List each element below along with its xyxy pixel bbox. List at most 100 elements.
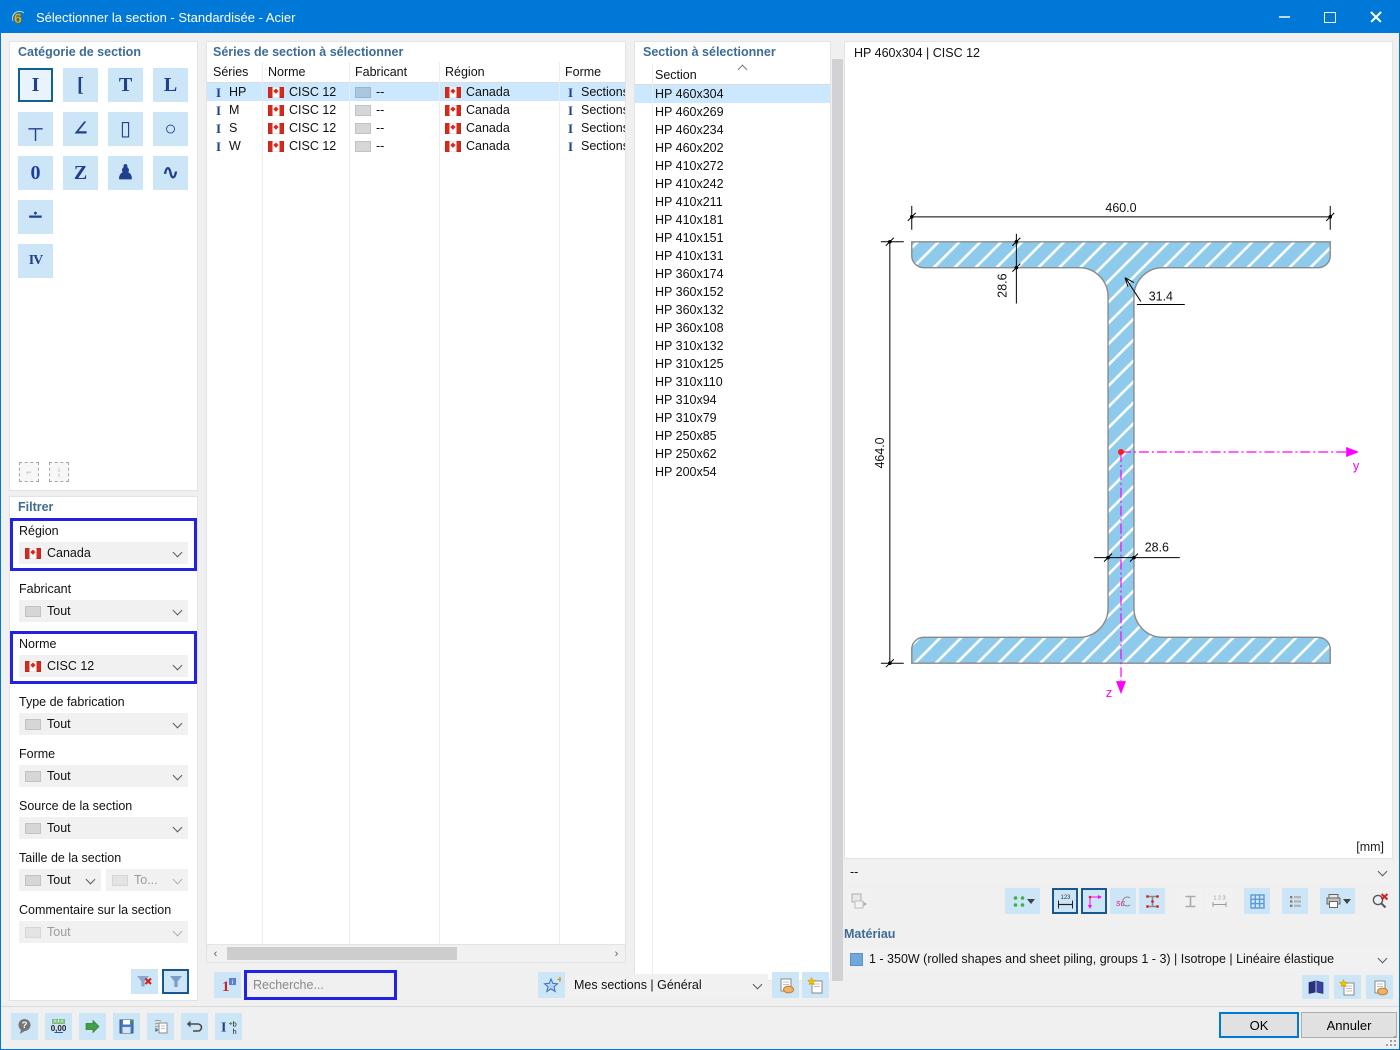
- library-section-button[interactable]: ¦: [49, 462, 69, 482]
- list-item[interactable]: HP 310x132: [635, 337, 830, 355]
- column-header[interactable]: Fabricant: [349, 65, 439, 79]
- show-axes-button[interactable]: [1081, 888, 1107, 914]
- list-item[interactable]: HP 310x79: [635, 409, 830, 427]
- show-shear-center-button[interactable]: sc: [1110, 888, 1136, 914]
- show-stress-points-button[interactable]: [1139, 888, 1165, 914]
- show-outline-button[interactable]: [1177, 888, 1203, 914]
- filter-dropdown[interactable]: CISC 12: [19, 655, 188, 677]
- table-row[interactable]: IM CISC 12 -- Canada ISections: [207, 101, 625, 119]
- list-item[interactable]: HP 460x234: [635, 121, 830, 139]
- zoom-reset-button[interactable]: [1367, 888, 1393, 914]
- scroll-right-arrow[interactable]: ›: [608, 945, 625, 962]
- category-button[interactable]: ▯: [108, 112, 143, 146]
- filter-dropdown[interactable]: Canada: [19, 542, 188, 564]
- material-library-button[interactable]: [1302, 975, 1329, 999]
- preview-annotation-dropdown[interactable]: --: [844, 861, 1393, 883]
- horizontal-scrollbar[interactable]: ‹ ›: [207, 944, 625, 962]
- print-button[interactable]: [1320, 888, 1355, 914]
- filter-dropdown[interactable]: Tout: [19, 765, 188, 787]
- minimize-button[interactable]: [1261, 1, 1307, 33]
- list-item[interactable]: HP 200x54: [635, 463, 830, 481]
- category-button[interactable]: ♟: [108, 156, 143, 190]
- list-item[interactable]: HP 250x85: [635, 427, 830, 445]
- filter-dropdown[interactable]: Tout: [19, 713, 188, 735]
- column-header[interactable]: Séries: [207, 65, 262, 79]
- transfer-parameters-button[interactable]: [147, 1013, 174, 1040]
- table-row[interactable]: IW CISC 12 -- Canada ISections: [207, 137, 625, 155]
- section-info-button[interactable]: 1 i: [214, 972, 241, 998]
- list-item[interactable]: HP 360x152: [635, 283, 830, 301]
- show-table-button[interactable]: [1244, 888, 1270, 914]
- category-button[interactable]: T: [108, 68, 143, 102]
- list-item[interactable]: HP 360x174: [635, 265, 830, 283]
- list-item[interactable]: HP 410x131: [635, 247, 830, 265]
- scroll-left-arrow[interactable]: ‹: [207, 945, 224, 962]
- category-button[interactable]: ∠: [63, 112, 98, 146]
- category-button[interactable]: Z: [63, 156, 98, 190]
- save-defaults-button[interactable]: [113, 1013, 140, 1040]
- details-button[interactable]: [1282, 888, 1308, 914]
- list-item[interactable]: HP 250x62: [635, 445, 830, 463]
- category-button[interactable]: [: [63, 68, 98, 102]
- undo-button[interactable]: [181, 1013, 208, 1040]
- filter-dropdown[interactable]: Tout: [19, 600, 188, 622]
- table-row[interactable]: IHP CISC 12 -- Canada ISections: [207, 83, 625, 101]
- cancel-button[interactable]: Annuler: [1301, 1012, 1397, 1038]
- maximize-button[interactable]: [1307, 1, 1353, 33]
- list-item[interactable]: HP 410x242: [635, 175, 830, 193]
- add-to-favorites-button[interactable]: +: [538, 972, 565, 998]
- list-item[interactable]: HP 360x132: [635, 301, 830, 319]
- new-favorites-group-button[interactable]: [802, 972, 829, 998]
- show-numbering-button[interactable]: 1 2 3: [1206, 888, 1232, 914]
- scrollbar-thumb[interactable]: [227, 947, 457, 960]
- parametric-section-button[interactable]: ⌐: [19, 462, 39, 482]
- search-input[interactable]: [247, 973, 394, 997]
- category-button[interactable]: ∸: [18, 200, 53, 234]
- category-button[interactable]: IV: [18, 244, 53, 278]
- list-item[interactable]: HP 410x272: [635, 157, 830, 175]
- filter-dropdown[interactable]: Tout: [19, 817, 188, 839]
- material-dropdown[interactable]: 1 - 350W (rolled shapes and sheet piling…: [844, 947, 1393, 971]
- column-header[interactable]: Région: [439, 65, 559, 79]
- column-header[interactable]: Forme: [559, 65, 625, 79]
- resize-grip[interactable]: [1386, 1036, 1397, 1047]
- list-item[interactable]: HP 460x269: [635, 103, 830, 121]
- category-button[interactable]: L: [153, 68, 188, 102]
- category-button[interactable]: ∿: [153, 156, 188, 190]
- filter-dropdown[interactable]: Tout: [19, 869, 101, 891]
- table-row[interactable]: IS CISC 12 -- Canada ISections: [207, 119, 625, 137]
- list-item[interactable]: HP 460x304: [635, 85, 830, 103]
- help-button[interactable]: ?: [11, 1013, 38, 1040]
- ok-button[interactable]: OK: [1219, 1012, 1299, 1038]
- category-button[interactable]: I: [18, 68, 53, 102]
- list-item[interactable]: HP 410x211: [635, 193, 830, 211]
- section-dimensions-button[interactable]: I b h: [215, 1013, 242, 1040]
- list-item[interactable]: HP 310x94: [635, 391, 830, 409]
- new-material-button[interactable]: [1334, 975, 1361, 999]
- edit-material-button[interactable]: [1366, 975, 1393, 999]
- category-button[interactable]: ○: [153, 112, 188, 146]
- export-graphic-button[interactable]: [846, 888, 872, 914]
- list-item[interactable]: HP 310x125: [635, 355, 830, 373]
- category-button[interactable]: 0: [18, 156, 53, 190]
- list-item[interactable]: HP 410x181: [635, 211, 830, 229]
- filter-dropdown[interactable]: Tout: [19, 921, 188, 943]
- list-item[interactable]: HP 410x151: [635, 229, 830, 247]
- show-dimensions-button[interactable]: 123: [1052, 888, 1078, 914]
- edit-favorites-button[interactable]: [772, 972, 799, 998]
- apply-settings-button[interactable]: [79, 1013, 106, 1040]
- close-button[interactable]: [1353, 1, 1399, 33]
- show-points-button[interactable]: [1005, 888, 1040, 914]
- filter-toggle-button[interactable]: [162, 969, 189, 994]
- decimal-places-button[interactable]: 0,00: [45, 1013, 72, 1040]
- list-item[interactable]: HP 360x108: [635, 319, 830, 337]
- favorites-group-dropdown[interactable]: Mes sections | Général: [568, 974, 768, 996]
- column-header[interactable]: Norme: [262, 65, 349, 79]
- filter-dropdown-secondary[interactable]: To...: [106, 869, 188, 891]
- sections-column-header[interactable]: Section: [635, 62, 830, 85]
- list-item[interactable]: HP 460x202: [635, 139, 830, 157]
- clear-filter-button[interactable]: [131, 969, 158, 994]
- canada-flag-icon: [445, 104, 461, 116]
- list-item[interactable]: HP 310x110: [635, 373, 830, 391]
- category-button[interactable]: ┬: [18, 112, 53, 146]
